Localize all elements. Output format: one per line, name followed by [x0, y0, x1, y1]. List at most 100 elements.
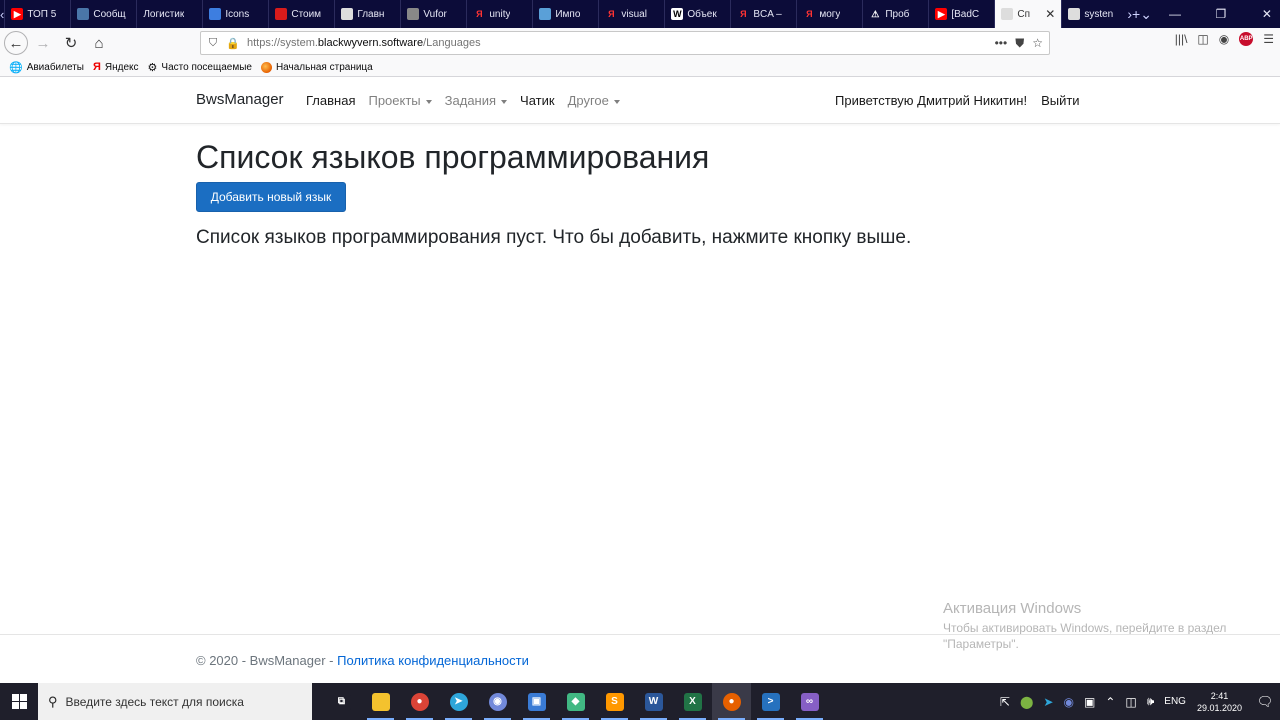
- taskbar-app-button[interactable]: ◉: [478, 683, 517, 720]
- chat-icon: [77, 8, 90, 20]
- discord-tray-icon[interactable]: ◉: [1063, 695, 1073, 709]
- taskbar-app-button[interactable]: ◆: [556, 683, 595, 720]
- brand-link[interactable]: BwsManager: [196, 91, 284, 108]
- browser-tab[interactable]: systen: [1061, 0, 1127, 28]
- page-icon: [1001, 8, 1014, 20]
- nav-other-dropdown[interactable]: Другое: [568, 93, 620, 108]
- warning-icon: ⚠: [871, 8, 880, 19]
- taskbar-app-button[interactable]: >: [751, 683, 790, 720]
- library-icon[interactable]: |||\: [1175, 32, 1188, 46]
- browser-tab[interactable]: ▶ [BadC: [928, 0, 994, 28]
- telegram-tray-icon[interactable]: ➤: [1043, 695, 1053, 709]
- browser-tab[interactable]: Импо: [532, 0, 598, 28]
- sidebar-icon[interactable]: ◫: [1197, 32, 1208, 46]
- browser-tab[interactable]: Яunity: [466, 0, 532, 28]
- browser-tab[interactable]: W Объек: [664, 0, 730, 28]
- browser-tab[interactable]: Яvisual: [598, 0, 664, 28]
- browser-tab-label: Главн: [357, 8, 385, 20]
- cursor-app-icon[interactable]: ⇱: [1000, 695, 1010, 709]
- nav-projects-dropdown[interactable]: Проекты: [368, 93, 432, 108]
- browser-tab[interactable]: ▶ ТОП 5: [4, 0, 70, 28]
- home-button[interactable]: ⌂: [86, 30, 112, 56]
- taskbar-app-button[interactable]: ⧉: [322, 683, 361, 720]
- notifications-icon[interactable]: 🗨: [1250, 694, 1280, 710]
- new-tab-button[interactable]: +: [1132, 0, 1140, 28]
- browser-tab[interactable]: Сообщ: [70, 0, 136, 28]
- page-icon: [1068, 8, 1081, 20]
- network-tray-icon[interactable]: ▣: [1084, 695, 1095, 709]
- browser-tab-label: Логистик: [143, 8, 185, 20]
- add-language-button[interactable]: Добавить новый язык: [196, 182, 346, 212]
- minimize-button[interactable]: —: [1152, 0, 1198, 28]
- volume-icon[interactable]: 🕪: [1147, 694, 1155, 709]
- browser-tab[interactable]: Стоим: [268, 0, 334, 28]
- url-text[interactable]: https://system.blackwyvern.software/Lang…: [247, 37, 481, 49]
- menu-icon[interactable]: ☰: [1263, 32, 1274, 46]
- close-window-button[interactable]: ✕: [1244, 0, 1280, 28]
- bookmark-star-icon[interactable]: ☆: [1032, 36, 1043, 51]
- browser-tab[interactable]: Vufor: [400, 0, 466, 28]
- taskbar-app-button[interactable]: S: [595, 683, 634, 720]
- taskbar-app-button[interactable]: ●: [712, 683, 751, 720]
- language-indicator[interactable]: ENG: [1164, 696, 1186, 707]
- reload-button[interactable]: ↻: [58, 30, 84, 56]
- excel-icon: X: [683, 692, 702, 711]
- wifi-icon[interactable]: ◫: [1125, 695, 1136, 709]
- shield-icon[interactable]: ⛉: [205, 37, 221, 50]
- bookmark-yandex[interactable]: Я Яндекс: [93, 61, 139, 73]
- browser-tab-label: Стоим: [291, 8, 322, 20]
- adblock-icon[interactable]: ABP: [1239, 32, 1254, 46]
- taskbar-app-button[interactable]: W: [634, 683, 673, 720]
- taskbar-app-button[interactable]: ➤: [439, 683, 478, 720]
- taskbar-app-button[interactable]: [361, 683, 400, 720]
- browser-tab[interactable]: ⚠ Проб: [862, 0, 928, 28]
- lock-icon[interactable]: 🔒: [225, 37, 241, 50]
- browser-tab-label: Сообщ: [93, 8, 126, 20]
- page-title: Список языков программирования: [196, 139, 710, 175]
- browser-tab[interactable]: Логистик: [136, 0, 202, 28]
- browser-tab[interactable]: Главн: [334, 0, 400, 28]
- page-actions-icon[interactable]: •••: [995, 36, 1008, 51]
- nav-tasks-dropdown[interactable]: Задания: [445, 93, 508, 108]
- back-button[interactable]: ←: [4, 31, 28, 55]
- taskbar-search-box[interactable]: ⚲ Введите здесь текст для поиска: [38, 683, 312, 720]
- taskbar-app-button[interactable]: ●: [400, 683, 439, 720]
- firefox-icon: [260, 61, 272, 73]
- browser-tab-label: BCA –: [753, 8, 782, 20]
- maximize-button[interactable]: ❐: [1198, 0, 1244, 28]
- address-bar[interactable]: ⛉ 🔒 https://system.blackwyvern.software/…: [200, 31, 1050, 55]
- close-tab-icon[interactable]: ✕: [1045, 7, 1055, 21]
- taskbar-app-button[interactable]: X: [673, 683, 712, 720]
- nav-chat[interactable]: Чатик: [520, 93, 555, 108]
- site-footer: © 2020 - BwsManager - Политика конфиденц…: [0, 634, 1280, 684]
- browser-tab[interactable]: Ямогу: [796, 0, 862, 28]
- visual-studio-icon: ∞: [800, 692, 819, 711]
- browser-tab-label: Объек: [687, 8, 717, 20]
- browser-tab[interactable]: Icons: [202, 0, 268, 28]
- user-greeting-link[interactable]: Приветствую Дмитрий Никитин!: [835, 93, 1027, 108]
- yandex-icon: Я: [740, 9, 747, 19]
- bookmark-start-page[interactable]: Начальная страница: [260, 61, 373, 73]
- taskbar-app-button[interactable]: ▣: [517, 683, 556, 720]
- browser-tab[interactable]: Я BCA –: [730, 0, 796, 28]
- browser-tab-label: Импо: [555, 8, 581, 20]
- forward-button[interactable]: →: [30, 30, 56, 56]
- start-button[interactable]: [0, 683, 38, 720]
- yandex-icon: Я: [608, 9, 615, 19]
- tab-list-button[interactable]: ⌄: [1140, 0, 1152, 28]
- pocket-icon[interactable]: ⛊: [1015, 36, 1024, 51]
- browser-tab-label: systen: [1084, 8, 1114, 20]
- page-content: BwsManager Главная Проекты Задания Чатик…: [0, 77, 1280, 683]
- clock[interactable]: 2:41 29.01.2020: [1197, 690, 1242, 714]
- android-app-icon[interactable]: ⬤: [1020, 695, 1033, 709]
- show-hidden-icons-icon[interactable]: ⌃: [1105, 695, 1115, 709]
- account-icon[interactable]: ◉: [1219, 32, 1229, 46]
- bookmark-most-visited[interactable]: ⚙ Часто посещаемые: [148, 61, 252, 74]
- taskbar-app-button[interactable]: ∞: [790, 683, 829, 720]
- logout-button[interactable]: Выйти: [1041, 93, 1080, 108]
- nav-projects-label: Проекты: [368, 93, 421, 108]
- privacy-link[interactable]: Политика конфиденциальности: [337, 653, 529, 668]
- nav-home[interactable]: Главная: [306, 93, 355, 108]
- bookmark-aviabilety[interactable]: 🌐 Авиабилеты: [9, 61, 84, 74]
- browser-tab[interactable]: Сп ✕: [994, 0, 1062, 28]
